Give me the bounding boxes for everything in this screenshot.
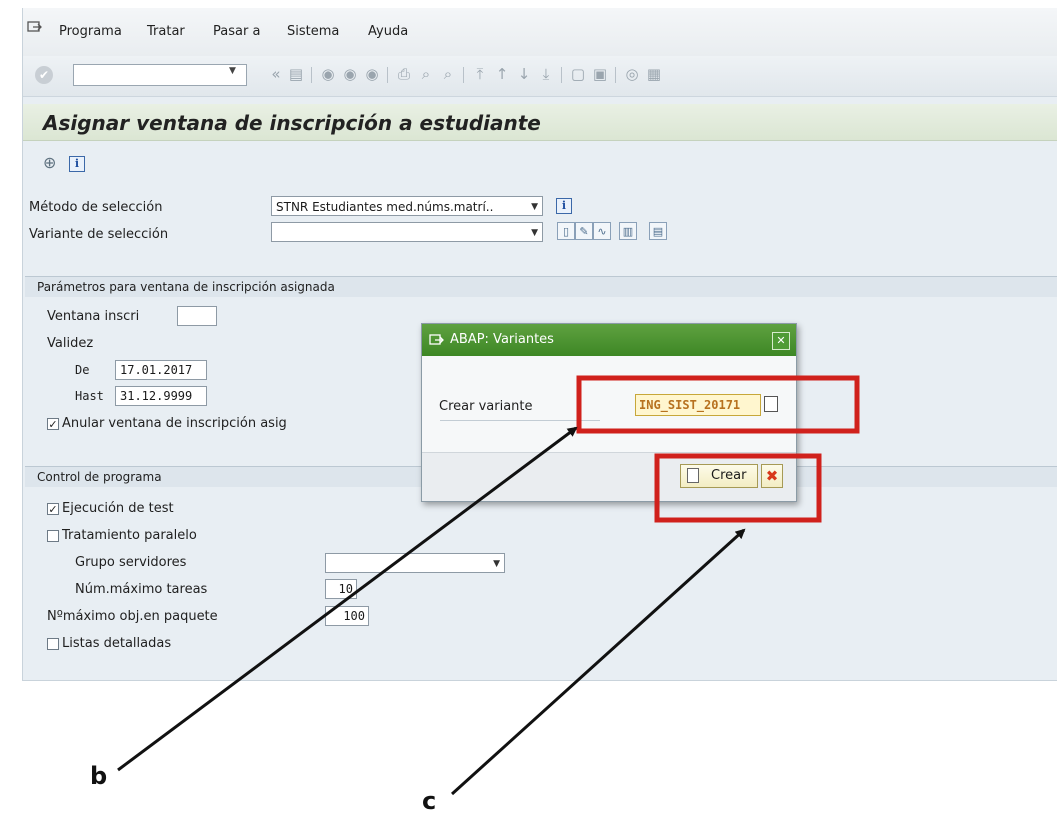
previous-page-icon[interactable]: ↑: [493, 65, 511, 83]
command-field[interactable]: [73, 64, 247, 86]
save-icon[interactable]: ▤: [287, 65, 305, 83]
valid-to-input[interactable]: 31.12.9999: [115, 386, 207, 406]
toolbar-separator: [561, 67, 562, 83]
last-page-icon[interactable]: ⤓: [537, 65, 555, 83]
new-session-icon[interactable]: ▢: [569, 65, 587, 83]
dialog-title-bar: ABAP: Variantes ✕: [422, 324, 796, 356]
test-run-checkbox[interactable]: ✓: [47, 503, 59, 516]
selection-variant-label: Variante de selección: [29, 227, 169, 242]
standard-toolbar: ✔ ▼ « ▤ ◉ ◉ ◉ ⎙ ⌕ ⌕ ⤒ ↑ ↓ ⤓ ▢ ▣ ◎ ▦: [23, 56, 1057, 97]
toolbar-separator: [387, 67, 388, 83]
selection-method-select[interactable]: STNR Estudiantes med.núms.matrí.. ▼: [271, 196, 543, 216]
label-underline: [440, 420, 600, 421]
application-toolbar: ⊕ i: [23, 142, 1057, 178]
valid-from-input[interactable]: 17.01.2017: [115, 360, 207, 380]
enrollment-window-label: Ventana inscri: [47, 309, 140, 324]
menu-exit-icon[interactable]: [27, 21, 43, 35]
max-objects-label: Nºmáximo obj.en paquete: [47, 609, 218, 624]
create-button-label: Crear: [711, 468, 747, 483]
help-icon[interactable]: ◎: [623, 65, 641, 83]
server-group-label: Grupo servidores: [75, 555, 187, 570]
valid-to-label: Hast: [75, 389, 104, 403]
server-group-select[interactable]: ▼: [325, 553, 505, 573]
execute-icon[interactable]: ⊕: [43, 154, 61, 172]
parallel-processing-checkbox[interactable]: [47, 530, 59, 542]
detailed-lists-checkbox[interactable]: [47, 638, 59, 650]
dialog-window-icon: [429, 334, 444, 345]
menu-programa[interactable]: Programa: [59, 24, 122, 39]
menu-sistema[interactable]: Sistema: [287, 24, 339, 39]
title-bar: Asignar ventana de inscripción a estudia…: [23, 104, 1057, 141]
params-group-heading: Parámetros para ventana de inscripción a…: [25, 277, 1057, 297]
info-icon[interactable]: i: [69, 156, 85, 172]
cancel-icon[interactable]: ◉: [363, 65, 381, 83]
annotation-label-b: b: [90, 762, 108, 790]
create-button[interactable]: Crear: [680, 464, 758, 488]
max-tasks-input[interactable]: 10: [325, 579, 357, 599]
selection-variant-select[interactable]: ▼: [271, 222, 543, 242]
back-icon[interactable]: ◉: [319, 65, 337, 83]
variant-catalog-icon[interactable]: ▤: [649, 222, 667, 240]
menu-bar: Programa Tratar Pasar a Sistema Ayuda: [23, 8, 1057, 56]
chevron-down-icon: ▼: [493, 559, 500, 569]
enter-check-icon[interactable]: ✔: [35, 66, 53, 84]
valid-from-label: De: [75, 363, 90, 377]
variant-name-input[interactable]: ING_SIST_20171: [635, 394, 761, 416]
new-document-icon: [687, 468, 699, 483]
delete-variant-icon[interactable]: ▥: [619, 222, 637, 240]
toolbar-separator: [311, 67, 312, 83]
annotation-label-c: c: [422, 787, 437, 815]
edit-variant-icon[interactable]: ✎: [575, 222, 593, 240]
print-icon[interactable]: ⎙: [395, 65, 413, 83]
next-page-icon[interactable]: ↓: [515, 65, 533, 83]
back-nav-icon[interactable]: «: [267, 65, 285, 83]
cancel-icon[interactable]: ✖: [761, 464, 783, 488]
selection-method-value: STNR Estudiantes med.núms.matrí..: [276, 200, 494, 214]
dialog-title: ABAP: Variantes: [450, 332, 554, 347]
max-tasks-label: Núm.máximo tareas: [75, 582, 208, 597]
variant-buttons: ▯ ✎ ∿ ▥ ▤: [557, 222, 707, 242]
find-next-icon[interactable]: ⌕: [439, 65, 457, 83]
display-variant-icon[interactable]: ∿: [593, 222, 611, 240]
parallel-processing-label: Tratamiento paralelo: [62, 528, 197, 543]
enrollment-window-input[interactable]: [177, 306, 217, 326]
exit-icon[interactable]: ◉: [341, 65, 359, 83]
create-variant-icon[interactable]: ▯: [557, 222, 575, 240]
validity-label: Validez: [47, 336, 94, 351]
menu-pasar-a[interactable]: Pasar a: [213, 24, 260, 39]
max-objects-input[interactable]: 100: [325, 606, 369, 626]
test-run-label: Ejecución de test: [62, 501, 174, 516]
override-window-label: Anular ventana de inscripción asig: [62, 416, 287, 431]
toolbar-separator: [615, 67, 616, 83]
page-title: Asignar ventana de inscripción a estudia…: [43, 111, 541, 135]
first-page-icon[interactable]: ⤒: [471, 65, 489, 83]
menu-ayuda[interactable]: Ayuda: [368, 24, 408, 39]
find-icon[interactable]: ⌕: [417, 65, 435, 83]
detailed-lists-label: Listas detalladas: [62, 636, 172, 651]
layout-menu-icon[interactable]: ▦: [645, 65, 663, 83]
copy-icon[interactable]: [764, 396, 778, 412]
override-window-checkbox[interactable]: ✓: [47, 418, 59, 431]
menu-tratar[interactable]: Tratar: [147, 24, 185, 39]
variants-dialog: ABAP: Variantes ✕ Crear variante ING_SIS…: [421, 323, 797, 502]
chevron-down-icon: ▼: [531, 202, 538, 212]
chevron-down-icon: ▼: [531, 228, 538, 238]
toolbar-separator: [463, 67, 464, 83]
shortcut-icon[interactable]: ▣: [591, 65, 609, 83]
close-icon[interactable]: ✕: [772, 332, 790, 350]
command-dropdown-icon[interactable]: ▼: [229, 66, 236, 76]
selection-method-info-icon[interactable]: i: [556, 198, 572, 214]
selection-method-label: Método de selección: [29, 200, 163, 215]
create-variant-label: Crear variante: [439, 399, 533, 414]
